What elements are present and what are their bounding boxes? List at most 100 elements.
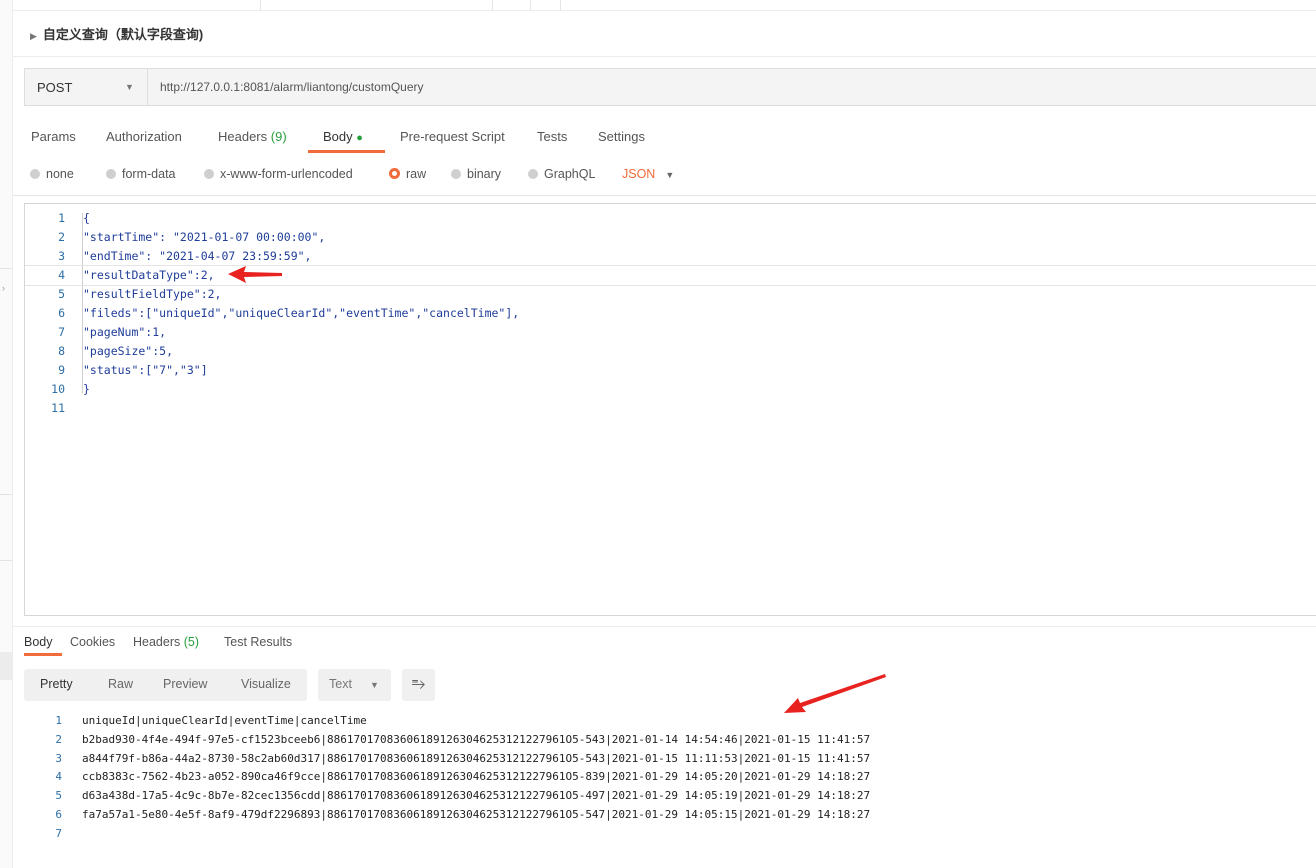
tab-label: Headers <box>133 635 181 649</box>
radio-label: x-www-form-urlencoded <box>220 167 353 181</box>
divider <box>12 626 1316 627</box>
tab-label: Headers <box>218 129 268 144</box>
radio-icon <box>451 169 461 179</box>
response-tab-headers[interactable]: Headers (5) <box>133 635 199 649</box>
url-bar: POST ▼ http://127.0.0.1:8081/alarm/liant… <box>24 68 1316 106</box>
radio-raw[interactable]: raw <box>389 167 426 181</box>
line-number: 7 <box>58 325 65 339</box>
view-preview-button[interactable]: Preview <box>163 677 207 691</box>
response-format-label: Text <box>329 677 352 691</box>
headers-count: (9) <box>270 129 287 144</box>
code-text: "pageSize":5, <box>83 344 174 358</box>
tab-headers[interactable]: Headers (9) <box>218 129 287 144</box>
line-number: 4 <box>55 770 62 783</box>
code-line: 7 "pageNum":1, <box>25 323 1316 342</box>
line-number: 2 <box>58 230 65 244</box>
code-line: 8 "pageSize":5, <box>25 342 1316 361</box>
response-text: a844f79f-b86a-44a2-8730-58c2ab60d317|886… <box>82 752 871 765</box>
code-text: "pageNum":1, <box>83 325 167 339</box>
code-text: } <box>83 382 90 396</box>
method-select[interactable]: POST ▼ <box>25 69 148 105</box>
url-input[interactable]: http://127.0.0.1:8081/alarm/liantong/cus… <box>160 80 424 94</box>
tab-label: Body <box>323 129 353 144</box>
code-line: 10} <box>25 380 1316 399</box>
tab-authorization[interactable]: Authorization <box>106 129 182 144</box>
view-raw-button[interactable]: Raw <box>108 677 133 691</box>
line-number: 5 <box>58 287 65 301</box>
code-line: 6 "fileds":["uniqueId","uniqueClearId","e… <box>25 304 1316 323</box>
dropdown-arrow-icon: ▼ <box>665 170 675 180</box>
tab-label: Test Results <box>224 635 293 649</box>
radio-label: binary <box>467 167 502 181</box>
line-number: 3 <box>55 752 62 765</box>
request-title-text: 自定义查询（默认字段查询) <box>42 27 204 42</box>
dropdown-arrow-icon: ▼ <box>125 82 134 92</box>
radio-label: form-data <box>122 167 176 181</box>
body-format-select[interactable]: JSON ▼ <box>622 167 674 181</box>
request-body-editor[interactable]: 1{ 2 "startTime": "2021-01-07 00:00:00", … <box>24 203 1316 616</box>
tab-label: Params <box>31 129 76 144</box>
radio-graphql[interactable]: GraphQL <box>528 167 595 181</box>
code-line: 11 <box>25 399 1316 418</box>
response-tab-cookies[interactable]: Cookies <box>70 635 115 649</box>
radio-form-data[interactable]: form-data <box>106 167 176 181</box>
line-number: 1 <box>55 714 62 727</box>
method-label: POST <box>37 80 73 95</box>
code-text: "fileds":["uniqueId","uniqueClearId","ev… <box>83 306 520 320</box>
code-text: "startTime": "2021-01-07 00:00:00", <box>83 230 326 244</box>
response-text: uniqueId|uniqueClearId|eventTime|cancelT… <box>82 714 367 727</box>
tab-label: Body <box>24 635 53 649</box>
line-number: 4 <box>58 268 65 282</box>
response-tab-test-results[interactable]: Test Results <box>224 635 292 649</box>
divider <box>0 268 12 269</box>
dropdown-arrow-icon: ▼ <box>370 680 379 690</box>
radio-selected-icon <box>389 168 400 179</box>
view-pretty-button[interactable]: Pretty <box>40 677 73 691</box>
line-number: 8 <box>58 344 65 358</box>
caret-right-icon[interactable]: ▶ <box>30 31 37 41</box>
tab-pre-request-script[interactable]: Pre-request Script <box>400 129 505 144</box>
line-number: 10 <box>51 382 65 396</box>
code-text: "status":["7","3"] <box>83 363 208 377</box>
response-format-select[interactable]: Text ▼ <box>318 669 391 701</box>
active-tab-indicator <box>24 653 62 656</box>
headers-count: (5) <box>183 635 200 649</box>
divider <box>12 56 1316 57</box>
response-text: b2bad930-4f4e-494f-97e5-cf1523bceeb6|886… <box>82 733 871 746</box>
view-visualize-button[interactable]: Visualize <box>241 677 291 691</box>
tab-label: Pre-request Script <box>400 129 505 144</box>
body-active-dot: ● <box>356 132 363 144</box>
code-line: 2 "startTime": "2021-01-07 00:00:00", <box>25 228 1316 247</box>
tab-body[interactable]: Body ● <box>323 129 363 144</box>
tab-label: Settings <box>598 129 645 144</box>
chevron-right-icon[interactable]: › <box>2 283 5 293</box>
tab-params[interactable]: Params <box>31 129 76 144</box>
body-format-label: JSON <box>622 167 656 181</box>
code-line: 1{ <box>25 209 1316 228</box>
radio-label: none <box>46 167 74 181</box>
wrap-lines-icon[interactable]: ⥱ <box>402 669 435 701</box>
line-number: 1 <box>58 211 65 225</box>
radio-icon <box>30 169 40 179</box>
radio-binary[interactable]: binary <box>451 167 501 181</box>
request-title[interactable]: ▶ 自定义查询（默认字段查询) <box>30 24 203 43</box>
code-line: 5 "resultFieldType":2, <box>25 285 1316 304</box>
radio-icon <box>106 169 116 179</box>
code-text: { <box>83 211 90 225</box>
divider <box>0 560 12 561</box>
active-tab-indicator <box>308 150 385 153</box>
radio-label: raw <box>406 167 427 181</box>
line-number: 6 <box>58 306 65 320</box>
radio-none[interactable]: none <box>30 167 74 181</box>
tab-tests[interactable]: Tests <box>537 129 567 144</box>
tab-settings[interactable]: Settings <box>598 129 645 144</box>
line-number: 6 <box>55 808 62 821</box>
divider <box>12 195 1316 196</box>
code-text: "resultFieldType":2, <box>83 287 222 301</box>
line-number: 11 <box>51 401 65 415</box>
left-panel-edge: › <box>0 0 13 868</box>
response-tab-body[interactable]: Body <box>24 635 53 649</box>
radio-label: GraphQL <box>544 167 596 181</box>
radio-x-www-form-urlencoded[interactable]: x-www-form-urlencoded <box>204 167 353 181</box>
line-number: 2 <box>55 733 62 746</box>
